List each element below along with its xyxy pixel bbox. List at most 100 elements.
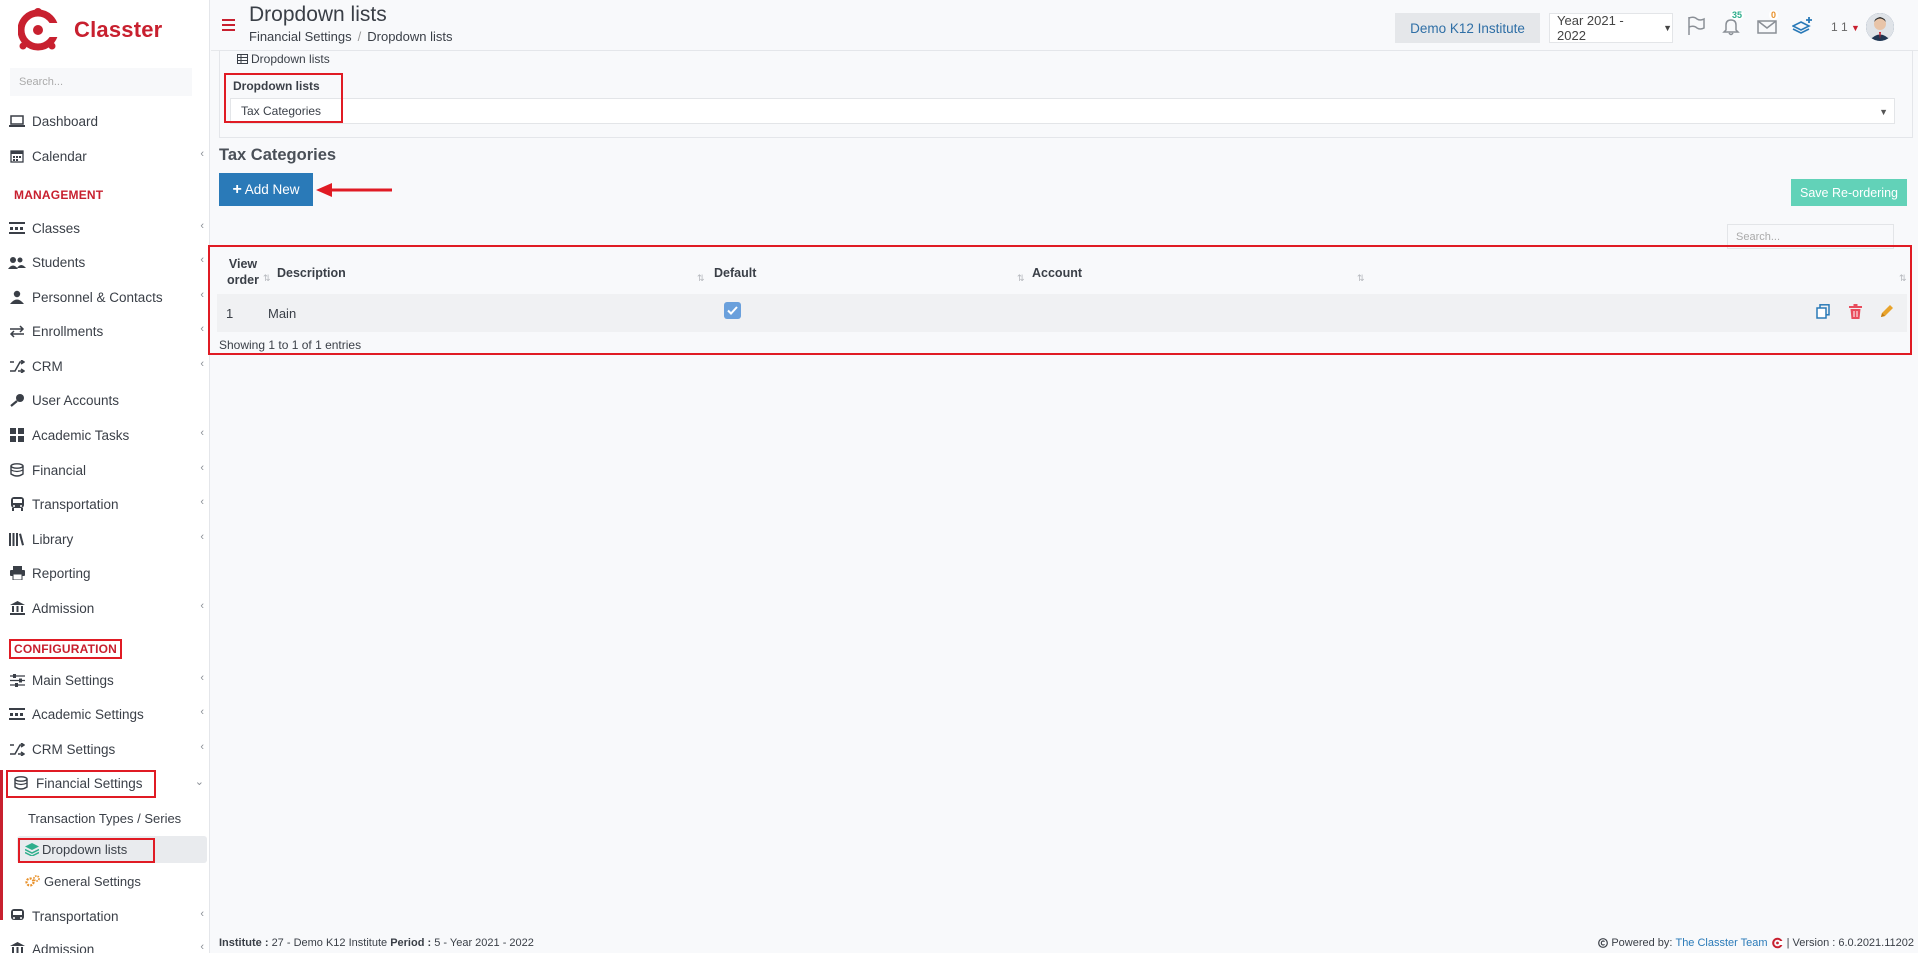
sidebar-item-main-settings[interactable]: Main Settings ‹ xyxy=(0,665,209,695)
column-header-default[interactable]: Default xyxy=(714,266,756,280)
sort-icon[interactable]: ⇅ xyxy=(263,273,271,284)
dropdown-lists-select[interactable]: Tax Categories ▼ xyxy=(230,98,1895,124)
classes-icon xyxy=(8,706,26,722)
layers-plus-icon[interactable] xyxy=(1791,14,1815,38)
sidebar-item-academic-settings[interactable]: Academic Settings ‹ xyxy=(0,699,209,729)
breadcrumb-item[interactable]: Dropdown lists xyxy=(367,29,452,44)
chevron-left-icon: ‹ xyxy=(200,220,204,232)
trash-icon[interactable] xyxy=(1846,302,1864,320)
breadcrumb: Financial Settings / Dropdown lists xyxy=(249,29,453,44)
check-icon xyxy=(727,306,738,315)
envelope-icon[interactable]: 0 xyxy=(1755,10,1779,38)
user-label[interactable]: 1 1 ▼ xyxy=(1831,20,1860,34)
year-select-value: Year 2021 - 2022 xyxy=(1557,13,1624,43)
sidebar-item-crm[interactable]: CRM ‹ xyxy=(0,351,209,381)
chevron-left-icon: ‹ xyxy=(200,148,204,160)
sidebar-item-calendar[interactable]: Calendar ‹ xyxy=(0,141,209,171)
brand-name: Classter xyxy=(74,17,163,42)
sidebar-item-crm-settings[interactable]: CRM Settings ‹ xyxy=(0,734,209,764)
dropdown-lists-value: Tax Categories xyxy=(241,104,322,118)
chevron-left-icon: ‹ xyxy=(200,496,204,508)
sidebar-item-academic-tasks[interactable]: Academic Tasks ‹ xyxy=(0,420,209,450)
sidebar-item-personnel[interactable]: Personnel & Contacts ‹ xyxy=(0,282,209,312)
sidebar-item-transportation[interactable]: Transportation ‹ xyxy=(0,489,209,519)
chevron-down-icon: ⌄ xyxy=(194,776,204,788)
save-reordering-button[interactable]: Save Re-ordering xyxy=(1791,179,1907,206)
footer-powered-label: Powered by: xyxy=(1611,937,1673,949)
column-header-view-order[interactable]: View order xyxy=(225,256,261,288)
footer-period-value: 5 - Year 2021 - 2022 xyxy=(434,937,534,949)
flag-icon[interactable] xyxy=(1684,14,1708,38)
sidebar-item-label: CRM Settings xyxy=(32,741,116,757)
year-select[interactable]: Year 2021 - 2022 ▼ xyxy=(1549,13,1673,43)
sort-icon[interactable]: ⇅ xyxy=(1357,273,1365,284)
gears-icon xyxy=(25,874,40,888)
sidebar-item-label: Library xyxy=(32,531,74,547)
coins-icon xyxy=(8,462,26,478)
footer-period-label: Period : xyxy=(390,937,432,949)
sidebar-item-enrollments[interactable]: Enrollments ‹ xyxy=(0,316,209,346)
panel-tab[interactable]: Dropdown lists xyxy=(237,52,330,66)
annotation-arrow xyxy=(316,183,392,197)
sidebar-item-reporting[interactable]: Reporting xyxy=(0,558,209,588)
add-new-button[interactable]: + Add New xyxy=(219,173,313,206)
sidebar-subitem-label: General Settings xyxy=(44,873,141,889)
cell-view-order: 1 xyxy=(226,306,234,321)
sidebar-item-financial[interactable]: Financial ‹ xyxy=(0,455,209,485)
sidebar-item-admission[interactable]: Admission ‹ xyxy=(0,593,209,623)
brand-logo[interactable]: Classter xyxy=(17,8,163,52)
coins-icon xyxy=(12,775,30,791)
institute-button[interactable]: Demo K12 Institute xyxy=(1395,13,1540,43)
footer-team-link[interactable]: The Classter Team xyxy=(1675,937,1767,949)
column-header-description[interactable]: Description xyxy=(277,266,346,280)
sidebar-item-label: Transportation xyxy=(32,908,119,924)
cell-description: Main xyxy=(268,306,297,321)
sidebar-subitem-dropdown-lists[interactable]: Dropdown lists xyxy=(25,836,127,862)
menu-toggle-icon[interactable] xyxy=(222,19,235,31)
exchange-icon xyxy=(8,323,26,339)
sidebar-item-user-accounts[interactable]: User Accounts xyxy=(0,385,209,415)
laptop-icon xyxy=(8,113,26,129)
avatar[interactable] xyxy=(1866,13,1894,41)
footer-powered: Powered by: The Classter Team | Version … xyxy=(1598,937,1914,949)
sidebar-item-label: Enrollments xyxy=(32,323,104,339)
breadcrumb-item[interactable]: Financial Settings xyxy=(249,29,352,44)
default-checkbox[interactable] xyxy=(724,302,741,319)
notifications-badge: 35 xyxy=(1730,10,1745,20)
sidebar-search-input[interactable] xyxy=(10,68,192,96)
books-icon xyxy=(8,531,26,547)
table-info: Showing 1 to 1 of 1 entries xyxy=(219,338,362,352)
caret-down-icon: ▼ xyxy=(1663,23,1672,33)
copy-icon[interactable] xyxy=(1814,302,1832,320)
bell-icon[interactable]: 35 xyxy=(1719,10,1745,38)
chevron-left-icon: ‹ xyxy=(200,600,204,612)
sidebar-item-label: Classes xyxy=(32,220,81,236)
sidebar-item-library[interactable]: Library ‹ xyxy=(0,524,209,554)
sidebar-item-admission-settings[interactable]: Admission ‹ xyxy=(0,934,209,953)
sidebar: Classter Dashboard Calendar ‹ MANAGEMENT… xyxy=(0,0,210,953)
calendar-icon xyxy=(8,148,26,164)
chevron-left-icon: ‹ xyxy=(200,706,204,718)
panel-tab-label: Dropdown lists xyxy=(251,52,330,66)
sort-icon[interactable]: ⇅ xyxy=(1899,273,1907,284)
table-search-input[interactable] xyxy=(1727,224,1894,249)
sort-icon[interactable]: ⇅ xyxy=(1017,273,1025,284)
sidebar-subitem-general-settings[interactable]: General Settings xyxy=(25,868,141,894)
sidebar-item-students[interactable]: Students ‹ xyxy=(0,247,209,277)
sidebar-item-label: CRM xyxy=(32,358,63,374)
sidebar-item-dashboard[interactable]: Dashboard xyxy=(0,106,209,136)
caret-down-icon: ▼ xyxy=(1879,107,1888,117)
sidebar-subitem-transaction-types[interactable]: Transaction Types / Series xyxy=(28,805,181,831)
key-icon xyxy=(8,392,26,408)
chevron-left-icon: ‹ xyxy=(200,289,204,301)
chevron-left-icon: ‹ xyxy=(200,908,204,920)
sort-icon[interactable]: ⇅ xyxy=(697,273,705,284)
pencil-icon[interactable] xyxy=(1878,302,1896,320)
sidebar-item-transportation-settings[interactable]: Transportation ‹ xyxy=(0,901,209,931)
sidebar-item-classes[interactable]: Classes ‹ xyxy=(0,213,209,243)
sliders-icon xyxy=(8,672,26,688)
footer-institute-label: Institute : xyxy=(219,937,269,949)
classter-logo-icon xyxy=(17,8,59,52)
column-header-account[interactable]: Account xyxy=(1032,266,1082,280)
sidebar-item-financial-settings[interactable]: Financial Settings ⌄ xyxy=(0,768,209,798)
